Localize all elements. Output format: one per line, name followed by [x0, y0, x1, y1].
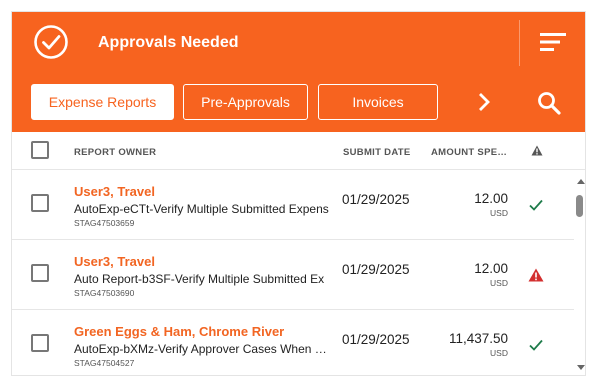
submit-date: 01/29/2025	[342, 192, 410, 207]
report-id: STAG47503659	[74, 218, 135, 228]
select-all-checkbox[interactable]	[31, 141, 49, 159]
amount: 12.00	[474, 191, 508, 206]
submit-date: 01/29/2025	[342, 332, 410, 347]
vertical-scrollbar[interactable]	[574, 176, 585, 375]
amount: 11,437.50	[448, 331, 508, 346]
warning-column-icon[interactable]	[531, 145, 543, 156]
report-name: AutoExp-bXMz-Verify Approver Cases When …	[74, 342, 327, 356]
check-icon	[529, 339, 543, 351]
tab-invoices[interactable]: Invoices	[318, 84, 438, 120]
report-id: STAG47504527	[74, 358, 135, 368]
column-amount-spent[interactable]: AMOUNT SPE…	[431, 147, 513, 158]
approvals-panel: Approvals Needed Expense Reports Pre-App…	[11, 11, 586, 376]
column-submit-date[interactable]: SUBMIT DATE	[343, 147, 411, 158]
scroll-up-arrow-icon[interactable]	[577, 179, 585, 184]
row-checkbox[interactable]	[31, 334, 49, 352]
row-checkbox[interactable]	[31, 264, 49, 282]
table-row[interactable]: User3, Travel AutoExp-eCTt-Verify Multip…	[12, 170, 574, 240]
report-id: STAG47503690	[74, 288, 135, 298]
scroll-thumb[interactable]	[576, 195, 583, 217]
currency: USD	[490, 278, 508, 288]
table-row[interactable]: User3, Travel Auto Report-b3SF-Verify Mu…	[12, 240, 574, 310]
report-name: Auto Report-b3SF-Verify Multiple Submitt…	[74, 272, 325, 286]
column-report-owner[interactable]: REPORT OWNER	[74, 147, 156, 158]
tab-expense-reports[interactable]: Expense Reports	[31, 84, 174, 120]
currency: USD	[490, 208, 508, 218]
tab-pre-approvals[interactable]: Pre-Approvals	[183, 84, 308, 120]
check-circle-icon[interactable]	[33, 24, 69, 60]
warning-icon	[528, 268, 544, 282]
header-bar: Approvals Needed Expense Reports Pre-App…	[12, 12, 585, 132]
report-owner: User3, Travel	[74, 254, 155, 269]
report-name: AutoExp-eCTt-Verify Multiple Submitted E…	[74, 202, 329, 216]
search-icon[interactable]	[537, 91, 561, 115]
report-owner: Green Eggs & Ham, Chrome River	[74, 324, 285, 339]
currency: USD	[490, 348, 508, 358]
report-owner: User3, Travel	[74, 184, 155, 199]
page-title: Approvals Needed	[98, 34, 239, 51]
row-checkbox[interactable]	[31, 194, 49, 212]
table-header: REPORT OWNER SUBMIT DATE AMOUNT SPE…	[12, 132, 585, 170]
filter-icon[interactable]	[540, 32, 566, 52]
chevron-right-icon[interactable]	[474, 92, 494, 112]
amount: 12.00	[474, 261, 508, 276]
scroll-down-arrow-icon[interactable]	[577, 365, 585, 370]
header-divider	[519, 20, 520, 66]
check-icon	[529, 199, 543, 211]
submit-date: 01/29/2025	[342, 262, 410, 277]
table-row[interactable]: Green Eggs & Ham, Chrome River AutoExp-b…	[12, 310, 574, 375]
